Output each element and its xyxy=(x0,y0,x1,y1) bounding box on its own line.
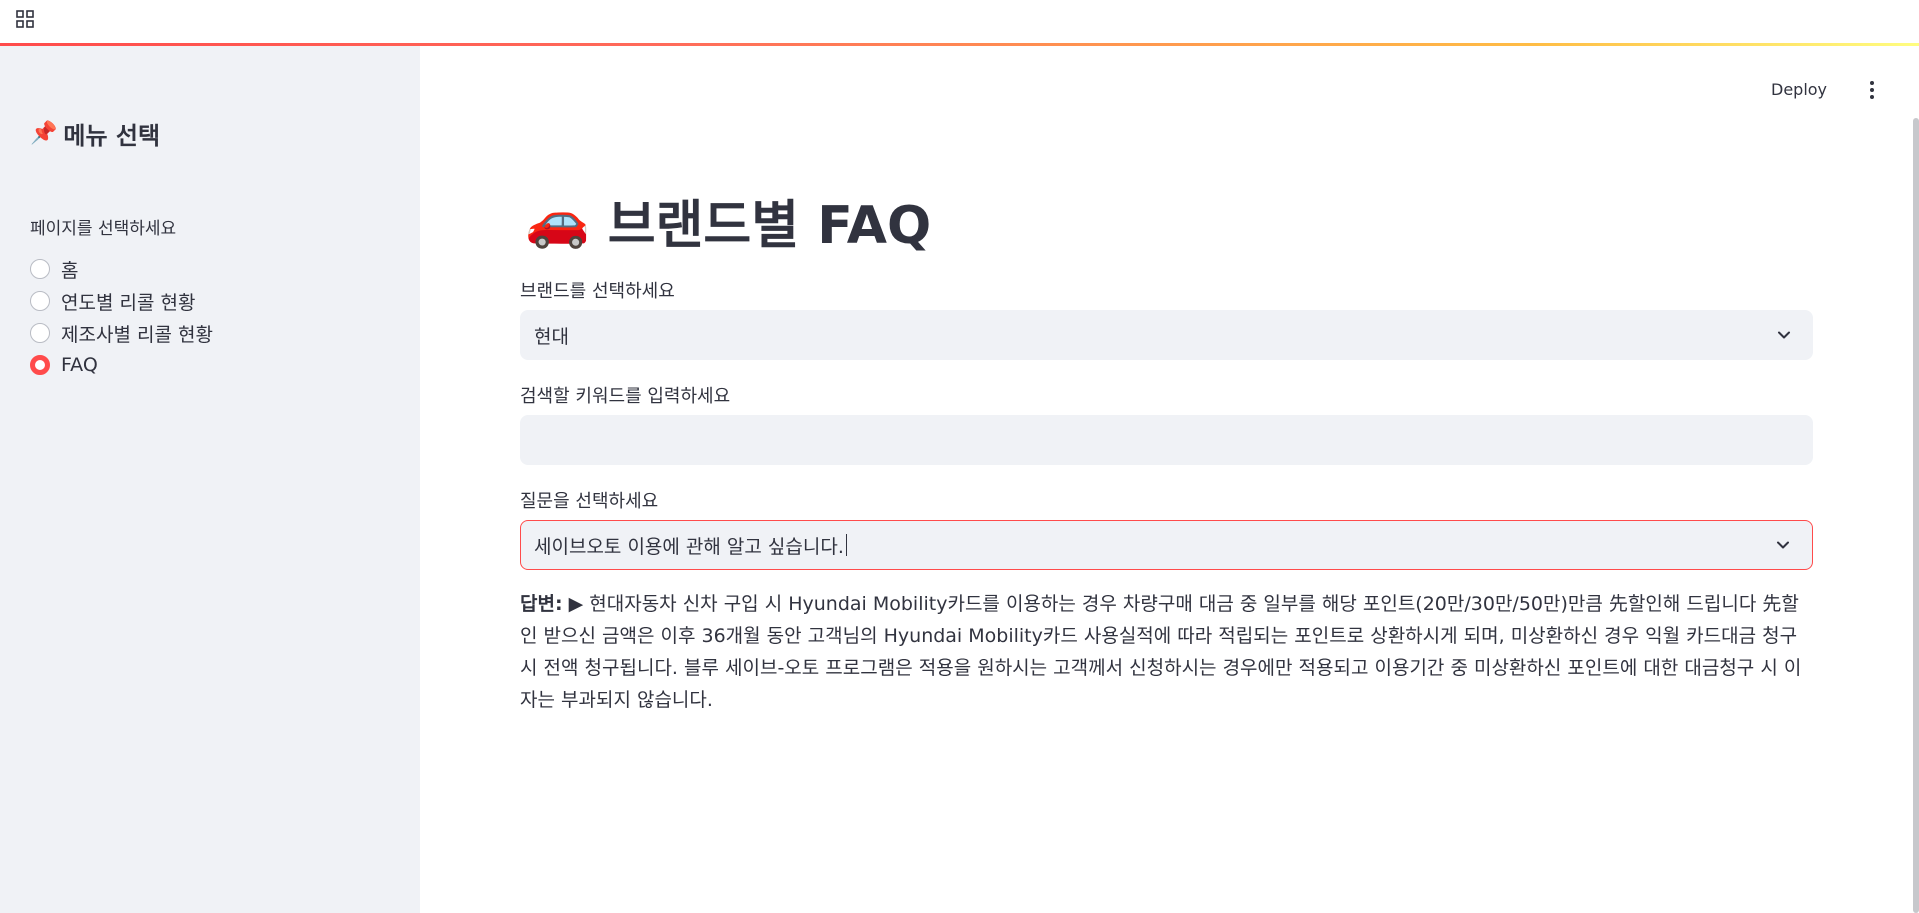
brand-select-value: 현대 xyxy=(534,325,569,348)
scrollbar[interactable] xyxy=(1913,118,1919,913)
chevron-down-icon xyxy=(1778,331,1790,339)
page-radio-label: 페이지를 선택하세요 xyxy=(30,219,177,239)
pushpin-icon: 📌 xyxy=(30,121,58,146)
faq-answer: 답변: ▶ 현대자동차 신차 구입 시 Hyundai Mobility카드를 … xyxy=(520,588,1810,716)
kebab-menu-icon[interactable] xyxy=(1862,78,1882,102)
chevron-down-icon xyxy=(1777,541,1789,549)
radio-option-label: FAQ xyxy=(61,354,98,376)
sidebar-title: 📌 메뉴 선택 xyxy=(30,116,160,151)
sidebar xyxy=(0,46,420,913)
question-select[interactable]: 세이브오토 이용에 관해 알고 싶습니다. xyxy=(520,520,1813,570)
sidebar-title-text: 메뉴 선택 xyxy=(63,122,161,150)
page-title: 🚗 브랜드별 FAQ xyxy=(525,185,932,256)
radio-option-yearly-recall[interactable]: 연도별 리콜 현황 xyxy=(30,285,213,317)
text-cursor xyxy=(845,534,848,556)
radio-option-faq[interactable]: FAQ xyxy=(30,349,213,381)
top-toolbar xyxy=(0,0,1919,46)
brand-select-label: 브랜드를 선택하세요 xyxy=(520,281,675,302)
radio-option-home[interactable]: 홈 xyxy=(30,253,213,285)
grid-icon[interactable] xyxy=(14,8,36,30)
answer-text: ▶ 현대자동차 신차 구입 시 Hyundai Mobility카드를 이용하는… xyxy=(520,593,1802,711)
question-select-label: 질문을 선택하세요 xyxy=(520,491,659,512)
deploy-button[interactable]: Deploy xyxy=(1771,78,1827,102)
keyword-input[interactable] xyxy=(520,415,1813,465)
radio-button-selected[interactable] xyxy=(30,355,50,375)
radio-button[interactable] xyxy=(30,291,50,311)
page-radio-group: 홈 연도별 리콜 현황 제조사별 리콜 현황 FAQ xyxy=(30,253,213,381)
radio-option-manufacturer-recall[interactable]: 제조사별 리콜 현황 xyxy=(30,317,213,349)
car-icon: 🚗 xyxy=(525,190,590,251)
answer-prefix: 답변: xyxy=(520,593,563,615)
radio-option-label: 연도별 리콜 현황 xyxy=(61,291,196,314)
radio-button[interactable] xyxy=(30,323,50,343)
keyword-input-label: 검색할 키워드를 입력하세요 xyxy=(520,386,731,407)
question-select-value: 세이브오토 이용에 관해 알고 싶습니다. xyxy=(534,535,844,558)
brand-select[interactable]: 현대 xyxy=(520,310,1813,360)
radio-option-label: 제조사별 리콜 현황 xyxy=(61,323,213,346)
page-title-text: 브랜드별 FAQ xyxy=(607,195,932,256)
radio-option-label: 홈 xyxy=(61,259,79,282)
radio-button[interactable] xyxy=(30,259,50,279)
